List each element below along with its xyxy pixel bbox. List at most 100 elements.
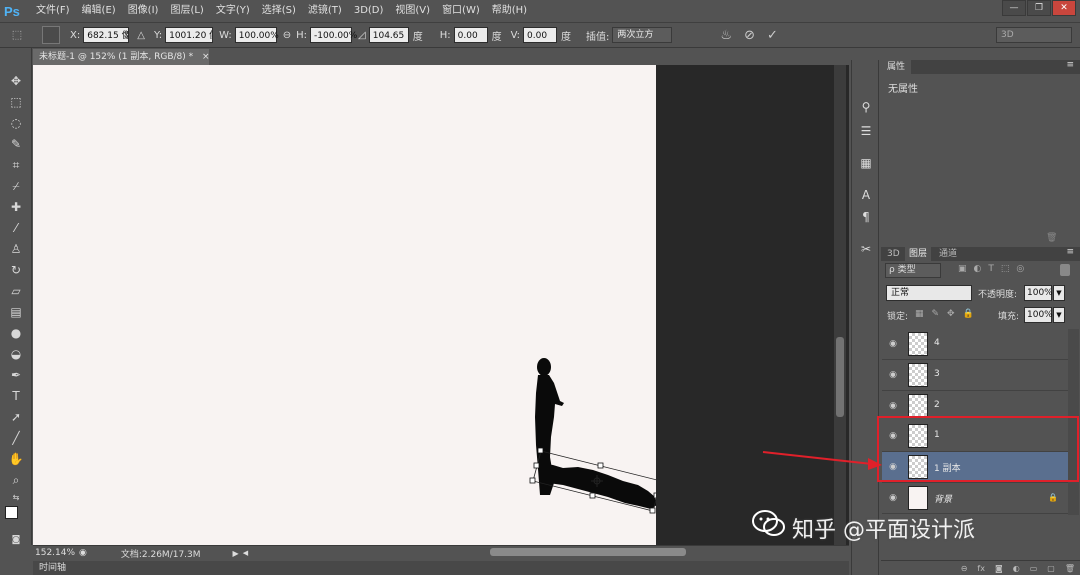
layer-row[interactable]: ◉ 4 (882, 329, 1068, 360)
status-menu-arrow-icon[interactable]: ▶ (233, 549, 239, 558)
layer-filter-icons[interactable]: ▣◐T⬚◎ (958, 264, 1031, 274)
document-tab[interactable]: 未标题-1 @ 152% (1 副本, RGB/8) * × (33, 49, 210, 65)
close-tab-icon[interactable]: × (202, 52, 210, 62)
clone-stamp-tool-icon[interactable]: ♙ (6, 240, 26, 258)
scroll-left-icon[interactable]: ◀ (243, 549, 248, 557)
paragraph-panel-icon[interactable]: ¶ (857, 208, 875, 226)
opacity-dropdown-icon[interactable]: ▼ (1053, 285, 1065, 301)
properties-tab[interactable]: 属性 (881, 60, 912, 74)
healing-brush-tool-icon[interactable]: ✚ (6, 198, 26, 216)
warp-mode-icon[interactable]: ♨ (720, 28, 732, 43)
swap-colors-icon[interactable]: ⇆ (6, 489, 26, 507)
menu-type[interactable]: 文字(Y) (210, 0, 256, 22)
share-icon[interactable]: ◉ (79, 548, 87, 558)
menu-image[interactable]: 图像(I) (122, 0, 165, 22)
marquee-tool-icon[interactable]: ⬚ (6, 93, 26, 111)
link-icon[interactable]: ⊖ (283, 30, 291, 41)
width-input[interactable]: 100.00% (234, 27, 279, 43)
tab-channels[interactable]: 通道 (935, 247, 961, 261)
cancel-transform-icon[interactable]: ⊘ (744, 28, 755, 43)
lasso-tool-icon[interactable]: ◌ (6, 114, 26, 132)
adjustments-panel-icon[interactable]: ☰ (857, 122, 875, 140)
workspace-select[interactable]: 3D (996, 27, 1072, 43)
new-group-icon[interactable]: ▭ (1030, 564, 1038, 573)
menu-file[interactable]: 文件(F) (30, 0, 76, 22)
close-button[interactable]: ✕ (1052, 0, 1076, 16)
restore-button[interactable]: ❐ (1027, 0, 1051, 16)
visibility-eye-icon[interactable]: ◉ (888, 339, 898, 349)
timeline-tab[interactable]: 时间轴 (33, 561, 849, 575)
layer-style-icon[interactable]: fx (977, 564, 985, 573)
tool-presets-icon[interactable]: ✂ (857, 240, 875, 258)
line-tool-icon[interactable]: ╱ (6, 429, 26, 447)
visibility-eye-icon[interactable]: ◉ (888, 493, 898, 503)
commit-transform-icon[interactable]: ✓ (767, 28, 778, 43)
reference-point-icon[interactable] (42, 26, 60, 44)
fill-input[interactable]: 100% (1024, 307, 1053, 323)
delete-layer-icon[interactable]: 🗑 (1065, 564, 1075, 573)
properties-trash-icon[interactable]: 🗑 (1046, 233, 1057, 243)
x-input[interactable]: 682.15 像素 (83, 27, 130, 43)
menu-select[interactable]: 选择(S) (256, 0, 302, 22)
add-mask-icon[interactable]: ◙ (995, 564, 1003, 573)
brush-tool-icon[interactable]: ⁄ (6, 219, 26, 237)
hand-tool-icon[interactable]: ✋ (6, 450, 26, 468)
minimize-button[interactable]: — (1002, 0, 1026, 16)
menu-layer[interactable]: 图层(L) (164, 0, 209, 22)
height-input[interactable]: -100.00% (310, 27, 357, 43)
visibility-eye-icon[interactable]: ◉ (888, 370, 898, 380)
menu-filter[interactable]: 滤镜(T) (302, 0, 348, 22)
link-layers-icon[interactable]: ⊖ (961, 564, 968, 573)
move-tool-icon[interactable]: ✥ (6, 72, 26, 90)
menu-edit[interactable]: 编辑(E) (76, 0, 122, 22)
blend-mode-select[interactable]: 正常 (886, 285, 972, 301)
delta-icon[interactable]: △ (137, 30, 145, 41)
tab-3d[interactable]: 3D (883, 247, 904, 261)
eyedropper-tool-icon[interactable]: ⌿ (6, 177, 26, 195)
tab-layers[interactable]: 图层 (905, 247, 932, 261)
filter-toggle[interactable] (1060, 264, 1070, 276)
eraser-tool-icon[interactable]: ▱ (6, 282, 26, 300)
layer-row[interactable]: ◉ 3 (882, 360, 1068, 391)
move-tool-preset-icon[interactable]: ⬚ (8, 26, 26, 44)
interpolation-select[interactable]: 两次立方 (612, 27, 673, 43)
hskew-input[interactable]: 0.00 (453, 27, 488, 43)
visibility-eye-icon[interactable]: ◉ (888, 401, 898, 411)
quick-select-tool-icon[interactable]: ✎ (6, 135, 26, 153)
vertical-scroll-thumb[interactable] (836, 337, 844, 417)
angle-input[interactable]: 104.65 (368, 27, 409, 43)
adjustment-layer-icon[interactable]: ◐ (1013, 564, 1020, 573)
pen-tool-icon[interactable]: ✒ (6, 366, 26, 384)
fill-dropdown-icon[interactable]: ▼ (1053, 307, 1065, 323)
vertical-scrollbar[interactable] (834, 65, 846, 545)
menu-3d[interactable]: 3D(D) (348, 0, 390, 22)
layers-menu-icon[interactable]: ≡ (1066, 247, 1074, 257)
menu-help[interactable]: 帮助(H) (486, 0, 533, 22)
history-panel-icon[interactable]: ⚲ (857, 98, 875, 116)
history-brush-tool-icon[interactable]: ↻ (6, 261, 26, 279)
y-input[interactable]: 1001.20 像素 (165, 27, 214, 43)
horizontal-scroll-thumb[interactable] (490, 548, 686, 556)
styles-panel-icon[interactable]: ▦ (857, 154, 875, 172)
vskew-input[interactable]: 0.00 (523, 27, 558, 43)
panel-menu-icon[interactable]: ≡ (1066, 60, 1074, 70)
blur-tool-icon[interactable]: ● (6, 324, 26, 342)
character-panel-icon[interactable]: A (857, 186, 875, 204)
menu-window[interactable]: 窗口(W) (436, 0, 486, 22)
path-select-tool-icon[interactable]: ➚ (6, 408, 26, 426)
zoom-level[interactable]: 152.14% (35, 548, 75, 558)
crop-tool-icon[interactable]: ⌗ (6, 156, 26, 174)
layer-filter-kind-select[interactable]: ρ 类型 (885, 263, 941, 278)
type-tool-icon[interactable]: T (6, 387, 26, 405)
new-layer-icon[interactable]: ▢ (1047, 564, 1055, 573)
layer-row-background[interactable]: ◉ 背景 🔒 (882, 483, 1068, 514)
menu-view[interactable]: 视图(V) (389, 0, 436, 22)
opacity-input[interactable]: 100% (1024, 285, 1053, 301)
zoom-tool-icon[interactable]: ⌕ (6, 471, 26, 489)
foreground-color-swatch[interactable] (5, 506, 18, 519)
lock-icons[interactable]: ▦✎✥🔒 (915, 309, 982, 319)
gradient-tool-icon[interactable]: ▤ (6, 303, 26, 321)
canvas[interactable] (33, 65, 656, 545)
quick-mask-icon[interactable]: ◙ (6, 531, 26, 549)
dodge-tool-icon[interactable]: ◒ (6, 345, 26, 363)
